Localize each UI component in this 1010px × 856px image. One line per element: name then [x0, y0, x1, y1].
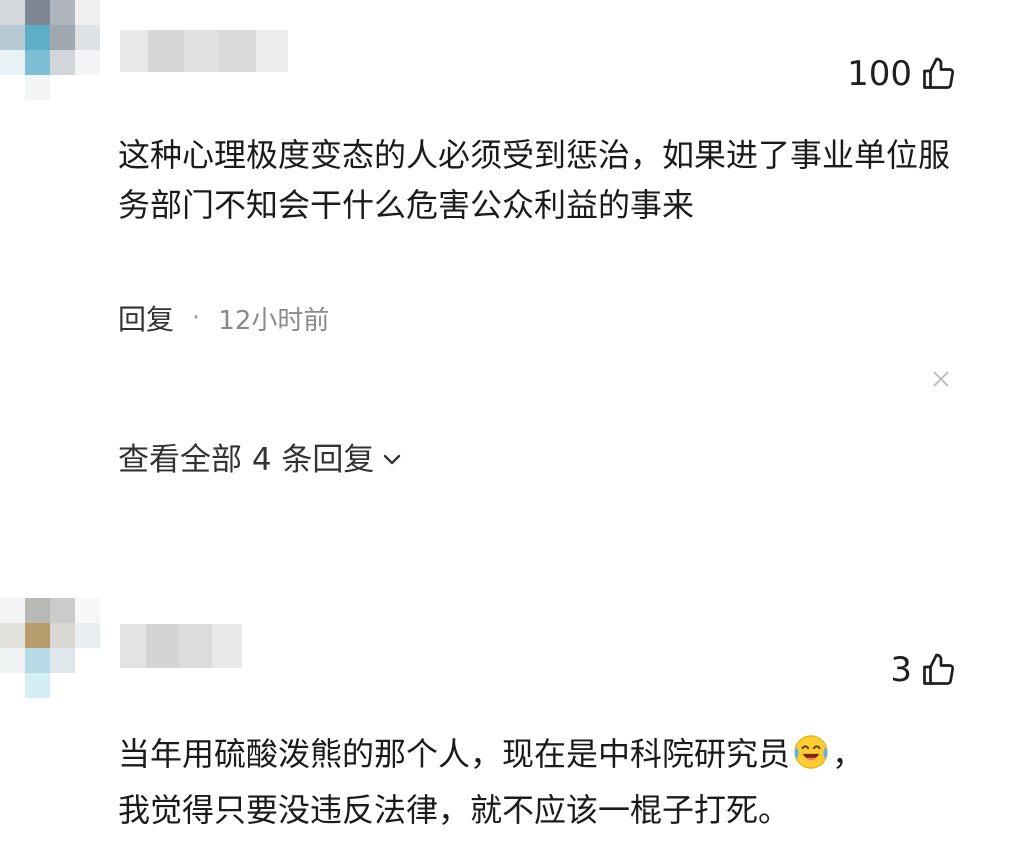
comment-meta: 回复 · 12小时前	[118, 298, 329, 338]
like-button[interactable]: 100	[847, 54, 956, 94]
username-blurred[interactable]	[120, 30, 288, 72]
avatar[interactable]	[0, 0, 100, 100]
like-button[interactable]: 3	[890, 650, 956, 690]
close-icon[interactable]	[928, 366, 954, 392]
comment-time: 12小时前	[218, 305, 330, 336]
avatar[interactable]	[0, 598, 100, 698]
laughing-crying-emoji-icon	[794, 735, 828, 769]
thumbs-up-icon	[923, 653, 955, 685]
like-count: 3	[890, 650, 912, 690]
comment-text-line1: 当年用硫酸泼熊的那个人，现在是中科院研究员	[118, 735, 791, 773]
like-count: 100	[847, 54, 912, 94]
view-all-replies-button[interactable]: 查看全部 4 条回复	[118, 434, 404, 479]
separator-dot: ·	[192, 303, 201, 333]
view-replies-label: 查看全部 4 条回复	[118, 442, 375, 478]
username-blurred[interactable]	[120, 624, 242, 668]
comment-text: 当年用硫酸泼熊的那个人，现在是中科院研究员 ， 我觉得只要没违反法律，就不应该一…	[118, 726, 968, 838]
comment-text-line2: 我觉得只要没违反法律，就不应该一棍子打死。	[118, 791, 791, 829]
reply-button[interactable]: 回复	[118, 298, 174, 338]
comment-text-comma: ，	[832, 735, 865, 773]
comment-text: 这种心理极度变态的人必须受到惩治，如果进了事业单位服务部门不知会干什么危害公众利…	[118, 136, 951, 224]
chevron-down-icon	[384, 454, 401, 464]
thumbs-up-icon	[923, 57, 955, 89]
